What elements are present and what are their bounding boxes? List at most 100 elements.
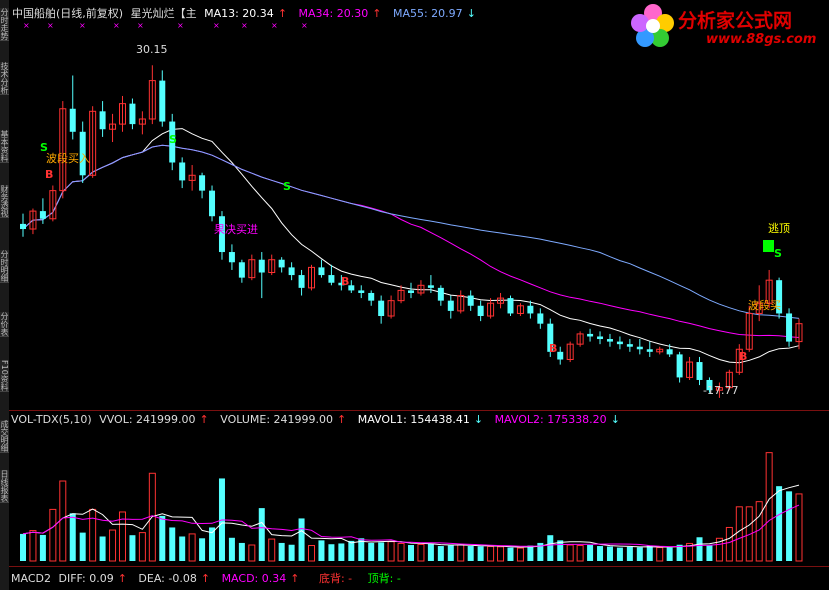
sidebar-tab[interactable]: 成交明细: [0, 420, 9, 453]
volume-bar: [427, 543, 434, 561]
candle-body: [278, 259, 285, 268]
volume-bar: [59, 480, 67, 562]
volume-bar: [248, 544, 256, 562]
volume-chart[interactable]: [9, 428, 829, 563]
volume-bar: [308, 545, 316, 562]
sidebar-tab[interactable]: 分时明细: [0, 250, 9, 283]
volume-bar: [547, 535, 554, 561]
sidebar-tab[interactable]: 日线报表: [0, 470, 9, 503]
volume-bar: [188, 533, 196, 562]
decisive-buy-label: 果决买进: [214, 223, 258, 236]
volume-bar: [318, 540, 325, 561]
candle-body: [666, 349, 673, 355]
candle-body: [676, 354, 683, 378]
volume-bar: [29, 530, 37, 562]
low-price-label: -17.77: [703, 384, 739, 397]
macd-arrow: ↑: [290, 572, 300, 585]
volume-bar: [636, 547, 643, 561]
sell-signal: S: [40, 141, 48, 154]
sidebar-tab[interactable]: 技术分析: [0, 62, 9, 95]
marker-x: ×: [271, 21, 278, 30]
panel-divider-1: [9, 410, 829, 411]
candle-body: [467, 295, 474, 306]
candle-body: [318, 267, 325, 276]
candle-body: [537, 313, 544, 324]
volume-bar: [557, 540, 564, 561]
volume-bar: [566, 544, 574, 562]
marker-x: ×: [177, 21, 184, 30]
volume-bar: [477, 546, 484, 561]
candle-body: [99, 111, 106, 130]
candle-body: [616, 341, 623, 345]
macd-text: MACD: 0.34: [221, 572, 287, 585]
mavol2-value: MAVOL2: 175338.20 ↓: [495, 413, 624, 426]
escape-top-box: [763, 240, 774, 252]
volume-bar: [20, 533, 26, 561]
volume-bar: [69, 513, 76, 561]
candle-body: [507, 298, 514, 314]
volume-bar: [646, 545, 653, 561]
volume-bar: [39, 534, 46, 561]
volume-bar: [786, 491, 793, 561]
candle-body: [358, 290, 365, 293]
candle-body: [328, 275, 335, 283]
volume-arrow: ↑: [337, 413, 347, 426]
high-price-label: 30.15: [136, 43, 168, 56]
mavol2-arrow: ↓: [610, 413, 620, 426]
candle-body: [447, 300, 454, 311]
volume-bar: [696, 537, 703, 561]
marker-x: ×: [213, 21, 220, 30]
volume-bar: [776, 486, 783, 561]
volume-bar: [129, 535, 136, 561]
volume-bar: [368, 542, 375, 561]
ma34-line: [22, 144, 800, 338]
candle-body: [209, 190, 216, 217]
candle-body: [69, 108, 76, 132]
sidebar-tab[interactable]: 基本资料: [0, 130, 9, 163]
volume-bar: [516, 547, 524, 562]
volume-bar: [278, 542, 285, 561]
candle-body: [636, 346, 643, 350]
volume-value: VOLUME: 241999.00 ↑: [220, 413, 350, 426]
bottom-divergence: 底背: -: [318, 572, 353, 585]
band-buy-label-1: 波段买入: [46, 152, 90, 165]
buy-signal: B: [549, 342, 558, 355]
volume-bar: [606, 546, 613, 561]
sidebar-tab[interactable]: 分价表: [0, 312, 9, 337]
macd-value: MACD: 0.34 ↑: [222, 572, 304, 585]
candle-body: [298, 275, 305, 288]
mavol1-arrow: ↓: [473, 413, 484, 426]
volume-bar: [378, 542, 385, 561]
dea-arrow: ↑: [200, 572, 211, 585]
sidebar-tab[interactable]: F10资料: [0, 360, 9, 392]
vol-name: VOL-TDX(5,10): [11, 413, 92, 426]
sidebar-tab[interactable]: 财务透视: [0, 185, 9, 218]
candle-body: [427, 285, 434, 288]
sidebar-tab[interactable]: 分时走势: [0, 8, 9, 41]
volume-bar: [49, 508, 57, 562]
volume-bar: [169, 527, 176, 561]
ma13-line: [22, 128, 800, 364]
volume-bar: [656, 547, 664, 562]
dea-text: DEA: -0.08: [138, 572, 197, 585]
volume-bar: [79, 532, 86, 561]
macd-name: MACD2: [11, 572, 51, 585]
candle-body: [20, 223, 26, 230]
candle-body: [378, 300, 385, 317]
price-chart[interactable]: × × × × × × × × × ×: [9, 18, 829, 410]
candle-body: [646, 349, 653, 352]
candle-body: [606, 339, 613, 342]
volume-bar: [338, 543, 345, 561]
vvol-value: VVOL: 241999.00 ↑: [99, 413, 213, 426]
volume-bar: [497, 546, 505, 562]
candle-body: [408, 290, 414, 293]
dea-value: DEA: -0.08 ↑: [138, 572, 214, 585]
volume-bar: [258, 508, 265, 561]
candle-body: [786, 313, 793, 342]
buy-signal: B: [341, 275, 350, 288]
volume-bar: [138, 532, 146, 562]
volume-bar: [437, 546, 444, 561]
marker-x: ×: [23, 21, 30, 30]
volume-bar: [795, 493, 803, 562]
candle-body: [179, 162, 186, 181]
